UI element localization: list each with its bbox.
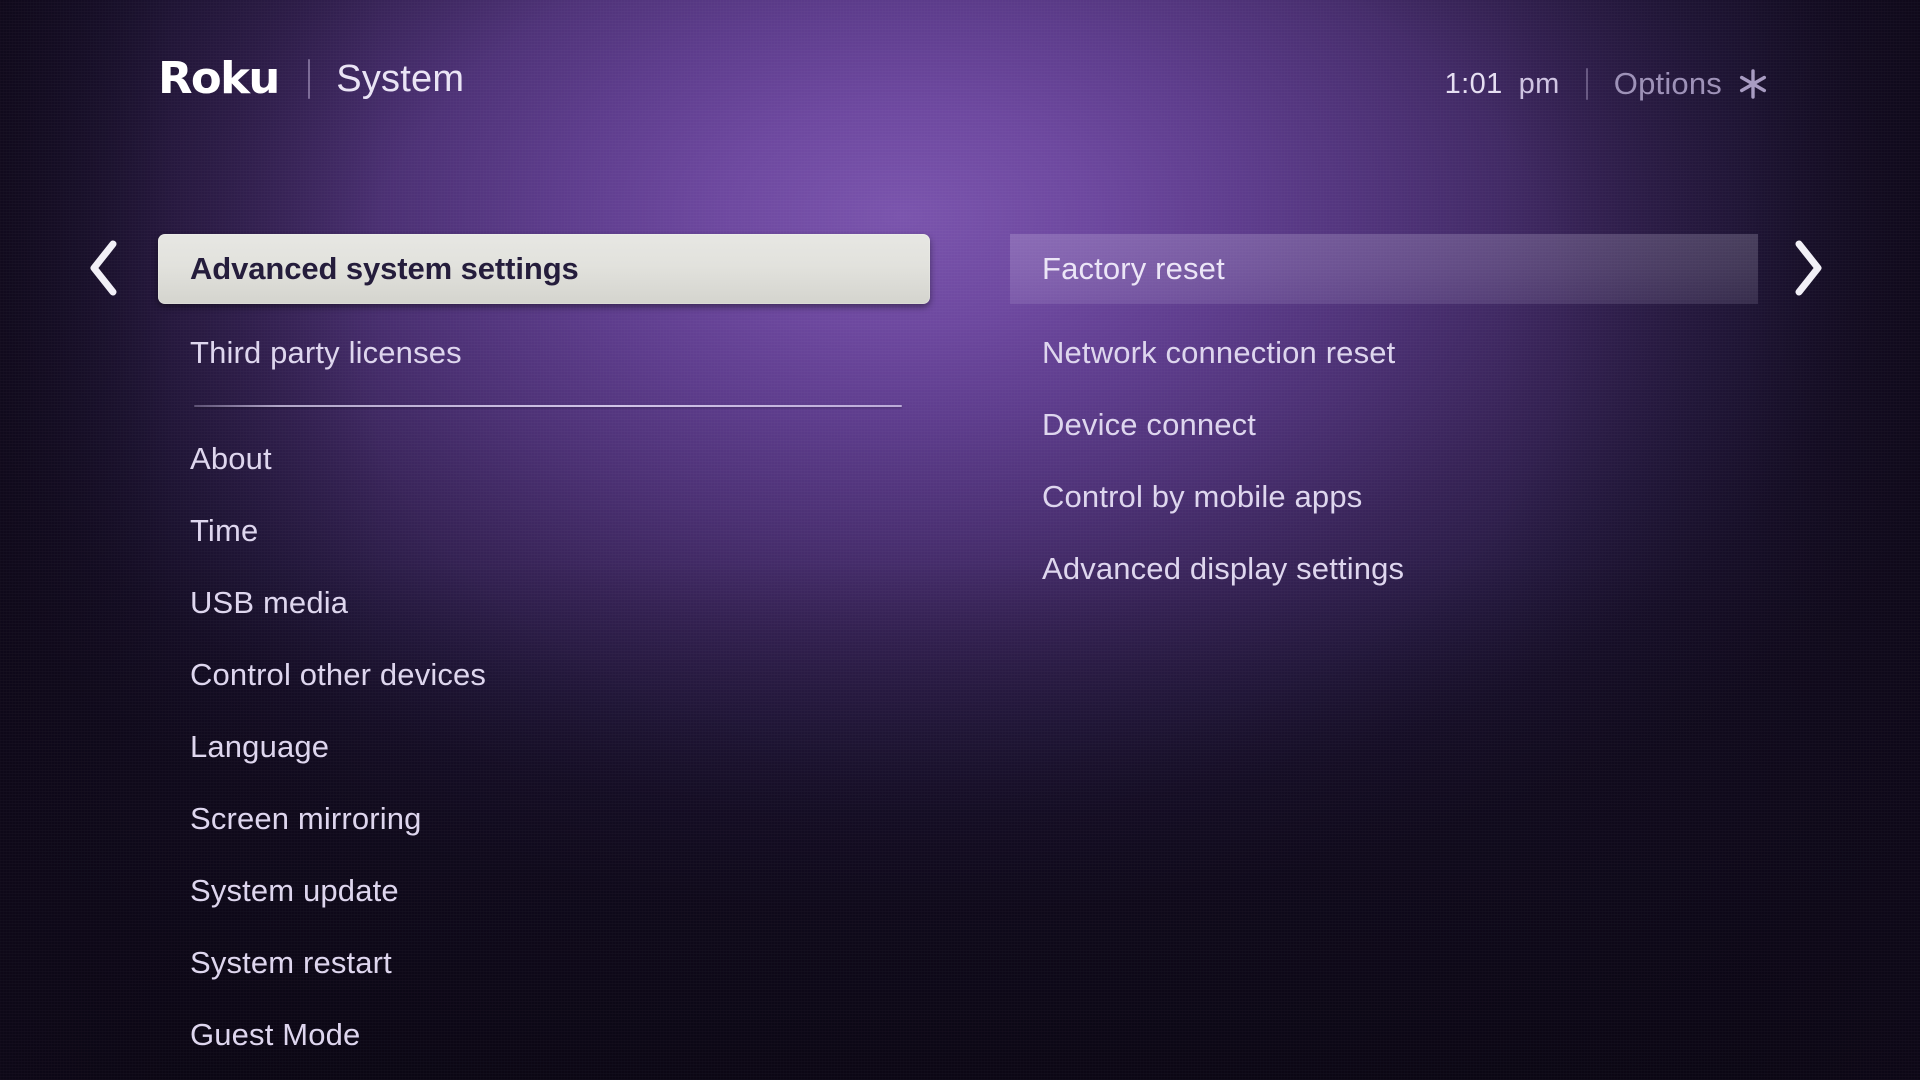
menu-separator <box>194 405 902 407</box>
menu-item-label: Factory reset <box>1042 251 1225 286</box>
menu-item-label: Device connect <box>1042 407 1257 442</box>
left-menu-item-system-update[interactable]: System update <box>158 855 930 927</box>
right-menu-item-factory-reset[interactable]: Factory reset <box>1010 234 1758 304</box>
right-menu-item-device-connect[interactable]: Device connect <box>1010 389 1758 461</box>
left-menu-list: Advanced system settings Third party lic… <box>158 234 930 1071</box>
menu-item-label: Advanced display settings <box>1042 551 1405 586</box>
left-menu-item-advanced-system-settings[interactable]: Advanced system settings <box>158 234 930 304</box>
right-menu-item-network-connection-reset[interactable]: Network connection reset <box>1010 317 1758 389</box>
menu-item-label: Control by mobile apps <box>1042 479 1363 514</box>
settings-columns: Advanced system settings Third party lic… <box>0 0 1920 1080</box>
right-menu-item-advanced-display-settings[interactable]: Advanced display settings <box>1010 533 1758 605</box>
menu-item-label: Screen mirroring <box>190 801 422 836</box>
left-menu-item-system-restart[interactable]: System restart <box>158 927 930 999</box>
left-menu-item-guest-mode[interactable]: Guest Mode <box>158 999 930 1071</box>
menu-item-label: Advanced system settings <box>190 251 579 286</box>
menu-item-label: Third party licenses <box>190 335 462 370</box>
left-menu-item-screen-mirroring[interactable]: Screen mirroring <box>158 783 930 855</box>
left-menu-item-about[interactable]: About <box>158 423 930 495</box>
left-menu-item-third-party-licenses[interactable]: Third party licenses <box>158 317 930 389</box>
menu-item-label: Time <box>190 513 259 548</box>
menu-item-label: USB media <box>190 585 349 620</box>
menu-item-label: Control other devices <box>190 657 487 692</box>
row-spacer <box>1010 304 1758 317</box>
right-menu-item-control-by-mobile-apps[interactable]: Control by mobile apps <box>1010 461 1758 533</box>
roku-system-settings-screen: Roku System 1:01 pm Options Advanced sys… <box>0 0 1920 1080</box>
right-menu-list: Factory reset Network connection reset D… <box>1010 234 1758 605</box>
row-spacer <box>158 304 930 317</box>
left-menu-item-time[interactable]: Time <box>158 495 930 567</box>
menu-item-label: System restart <box>190 945 392 980</box>
menu-item-label: System update <box>190 873 399 908</box>
left-menu-item-usb-media[interactable]: USB media <box>158 567 930 639</box>
left-menu-item-language[interactable]: Language <box>158 711 930 783</box>
menu-item-label: Guest Mode <box>190 1017 361 1052</box>
menu-item-label: Language <box>190 729 330 764</box>
menu-item-label: About <box>190 441 272 476</box>
menu-item-label: Network connection reset <box>1042 335 1396 370</box>
left-menu-item-control-other-devices[interactable]: Control other devices <box>158 639 930 711</box>
